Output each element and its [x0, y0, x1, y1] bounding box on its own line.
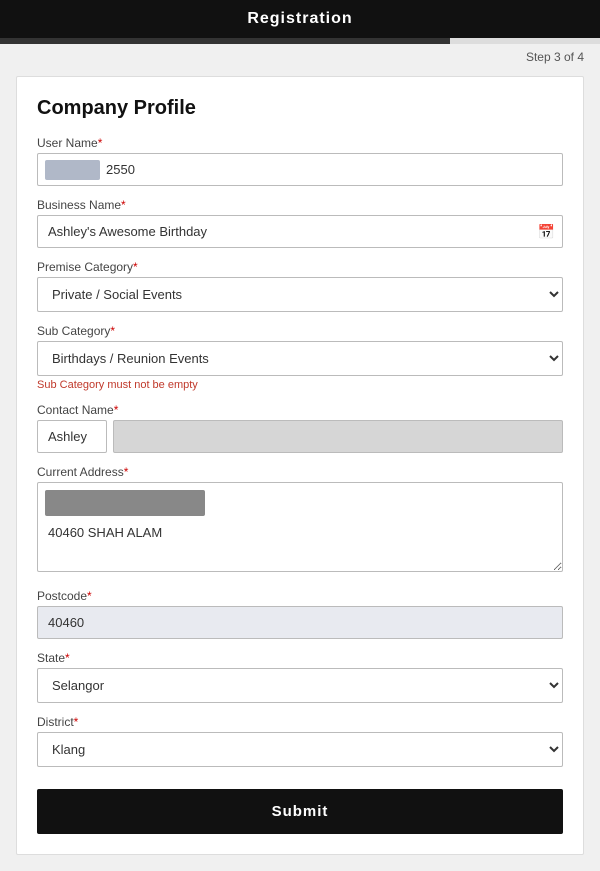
- username-label: User Name*: [37, 136, 563, 150]
- form-section-title: Company Profile: [37, 97, 563, 120]
- contact-name-label: Contact Name*: [37, 403, 563, 417]
- address-overlay: [45, 490, 205, 516]
- submit-button[interactable]: Submit: [37, 789, 563, 834]
- premise-category-label: Premise Category*: [37, 260, 563, 274]
- business-name-wrapper: 📅: [37, 215, 563, 248]
- address-textarea-wrapper: 40460 SHAH ALAM: [37, 482, 563, 577]
- district-group: District* Klang Petaling Jaya Shah Alam …: [37, 715, 563, 767]
- sub-category-label: Sub Category*: [37, 324, 563, 338]
- first-name-input[interactable]: [37, 420, 107, 453]
- district-label: District*: [37, 715, 563, 729]
- state-group: State* Selangor Kuala Lumpur Johor Penan…: [37, 651, 563, 703]
- business-name-group: Business Name* 📅: [37, 198, 563, 248]
- username-input[interactable]: [37, 153, 563, 186]
- postcode-label: Postcode*: [37, 589, 563, 603]
- sub-category-error: Sub Category must not be empty: [37, 379, 563, 391]
- premise-category-select[interactable]: Private / Social Events Commercial Event…: [37, 277, 563, 312]
- sub-category-group: Sub Category* Birthdays / Reunion Events…: [37, 324, 563, 391]
- first-name-wrapper: [37, 420, 107, 453]
- state-label: State*: [37, 651, 563, 665]
- business-name-input[interactable]: [37, 215, 563, 248]
- premise-category-group: Premise Category* Private / Social Event…: [37, 260, 563, 312]
- current-address-group: Current Address* 40460 SHAH ALAM: [37, 465, 563, 577]
- contact-name-group: Contact Name*: [37, 403, 563, 453]
- step-indicator: Step 3 of 4: [0, 44, 600, 70]
- sub-category-select[interactable]: Birthdays / Reunion Events Wedding Event…: [37, 341, 563, 376]
- form-card: Company Profile User Name* Business Name…: [16, 76, 584, 855]
- page-header: Registration: [0, 0, 600, 38]
- username-field-wrapper: [37, 153, 563, 186]
- business-name-label: Business Name*: [37, 198, 563, 212]
- page-title: Registration: [247, 10, 352, 27]
- calendar-icon: 📅: [538, 223, 555, 240]
- postcode-group: Postcode*: [37, 589, 563, 639]
- postcode-input[interactable]: [37, 606, 563, 639]
- last-name-input[interactable]: [113, 420, 563, 453]
- username-highlight-overlay: [45, 160, 100, 180]
- username-group: User Name*: [37, 136, 563, 186]
- last-name-wrapper: [113, 420, 563, 453]
- contact-name-row: [37, 420, 563, 453]
- district-select[interactable]: Klang Petaling Jaya Shah Alam Gombak: [37, 732, 563, 767]
- state-select[interactable]: Selangor Kuala Lumpur Johor Penang Perak: [37, 668, 563, 703]
- current-address-label: Current Address*: [37, 465, 563, 479]
